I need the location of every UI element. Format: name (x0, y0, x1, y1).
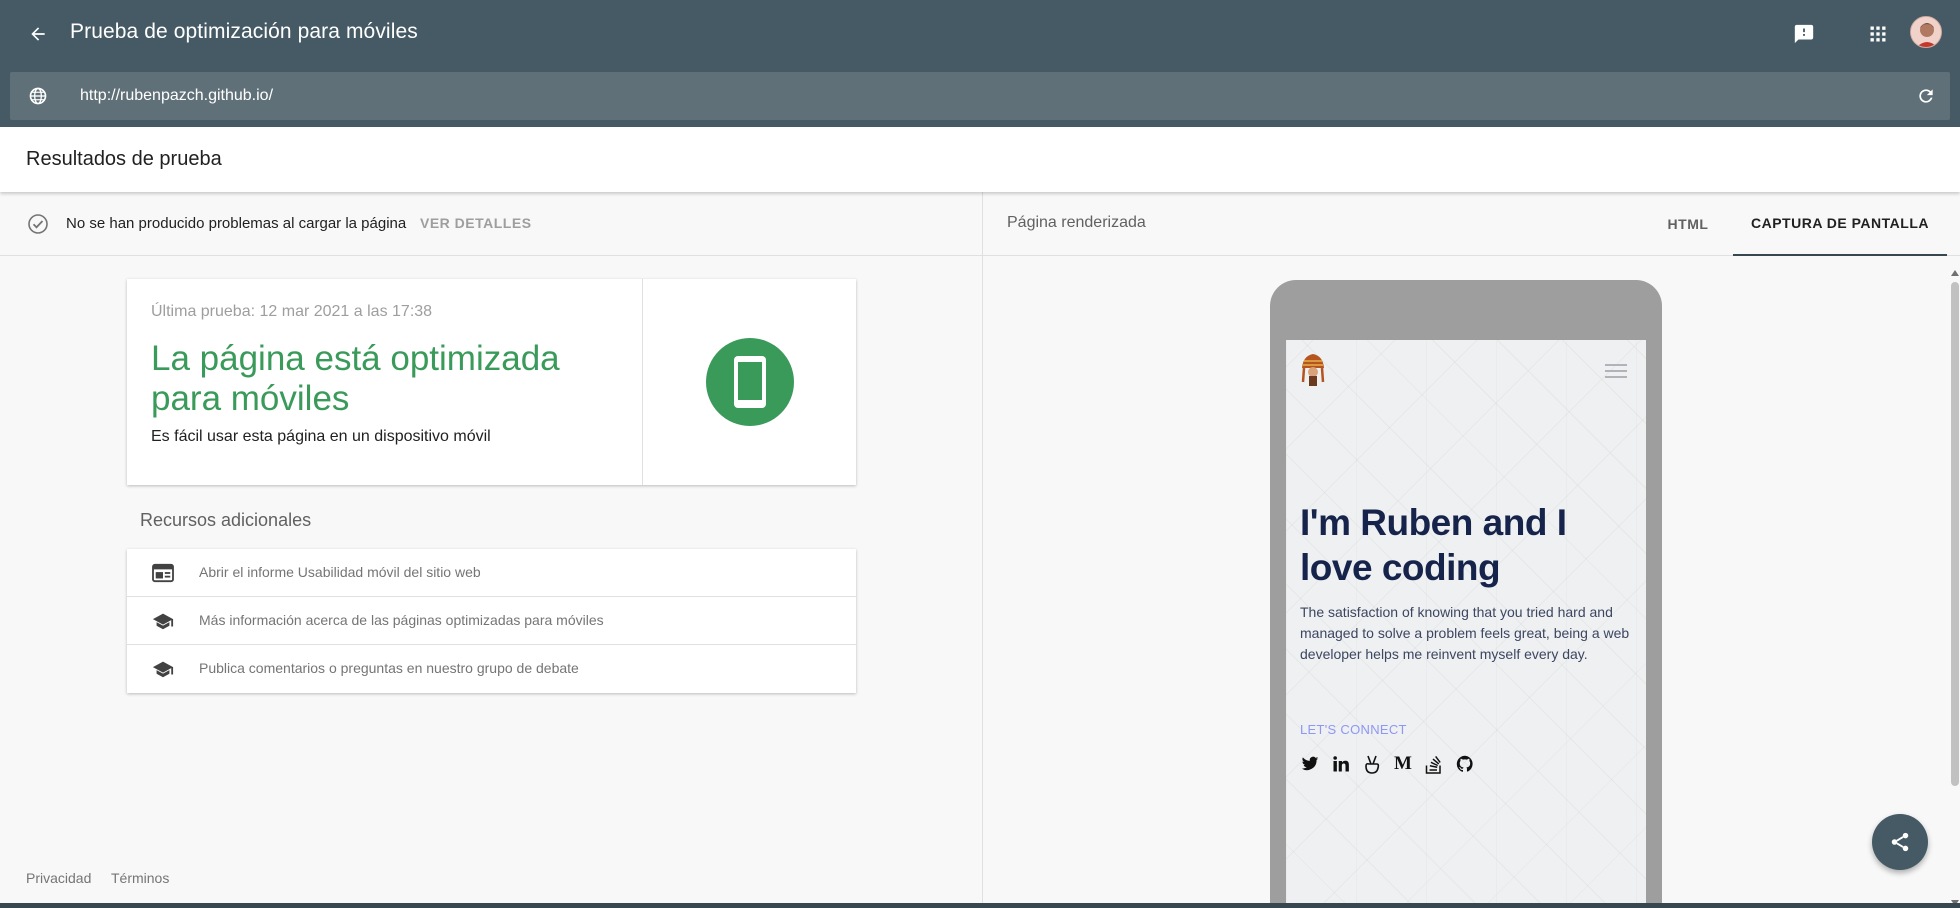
rendered-page-label: Página renderizada (1007, 214, 1146, 231)
verdict-card: Última prueba: 12 mar 2021 a las 17:38 L… (127, 279, 856, 485)
linkedin-icon[interactable] (1331, 754, 1351, 774)
angellist-icon[interactable] (1362, 754, 1382, 774)
preview-intro: The satisfaction of knowing that you tri… (1300, 604, 1630, 662)
hamburger-menu-icon[interactable] (1605, 364, 1627, 380)
load-status-row: No se han producido problemas al cargar … (0, 192, 982, 256)
resource-label: Abrir el informe Usabilidad móvil del si… (199, 564, 481, 580)
preview-heading: I'm Ruben and I love coding (1300, 502, 1567, 588)
verdict-badge-area (643, 279, 856, 485)
apps-button[interactable] (1860, 16, 1896, 52)
app-header: Prueba de optimización para móviles (0, 0, 1960, 127)
arrow-back-icon (31, 27, 45, 41)
stackoverflow-icon[interactable] (1424, 754, 1444, 774)
scroll-thumb[interactable] (1951, 282, 1959, 786)
avatar-image (1911, 17, 1941, 47)
resource-item-discussion-group[interactable]: Publica comentarios o preguntas en nuest… (127, 645, 856, 693)
rendered-page-pane: Página renderizada HTML CAPTURA DE PANTA… (982, 192, 1960, 908)
resources-title: Recursos adicionales (140, 510, 312, 530)
screenshot-preview: I'm Ruben and I love coding The satisfac… (1286, 340, 1646, 908)
reload-icon (1919, 89, 1933, 103)
web-report-icon (151, 561, 175, 585)
resource-label: Más información acerca de las páginas op… (199, 612, 604, 628)
preview-scrollbar[interactable] (1949, 270, 1960, 908)
resource-item-mobile-info[interactable]: Más información acerca de las páginas op… (127, 597, 856, 645)
site-logo-icon (1301, 354, 1325, 386)
tab-screenshot[interactable]: CAPTURA DE PANTALLA (1733, 192, 1947, 256)
resources-list: Abrir el informe Usabilidad móvil del si… (127, 549, 856, 693)
reload-button[interactable] (1914, 84, 1938, 108)
verdict-subtitle: Es fácil usar esta página en un disposit… (151, 428, 491, 445)
scroll-up-arrow[interactable] (1951, 270, 1959, 276)
medium-icon[interactable]: M (1393, 753, 1413, 774)
feedback-icon (1794, 24, 1814, 44)
title-row: Prueba de optimización para móviles (0, 0, 1960, 66)
resource-item-usability-report[interactable]: Abrir el informe Usabilidad móvil del si… (127, 549, 856, 597)
last-test-date: Última prueba: 12 mar 2021 a las 17:38 (151, 303, 433, 320)
back-button[interactable] (22, 18, 54, 50)
results-title: Resultados de prueba (26, 148, 222, 170)
preview-connect-label: LET'S CONNECT (1300, 722, 1407, 737)
privacy-link[interactable]: Privacidad (26, 870, 91, 886)
school-cap-icon (151, 609, 175, 633)
rendered-page-header: Página renderizada HTML CAPTURA DE PANTA… (983, 192, 1960, 256)
twitter-icon[interactable] (1300, 754, 1320, 774)
terms-link[interactable]: Términos (111, 870, 169, 886)
check-circle-icon (28, 214, 48, 234)
url-input[interactable] (80, 72, 1860, 120)
load-status-text: No se han producido problemas al cargar … (66, 215, 407, 232)
globe-icon (26, 84, 50, 108)
app-title: Prueba de optimización para móviles (70, 20, 418, 43)
smartphone-icon (733, 356, 766, 408)
share-button[interactable] (1872, 814, 1928, 870)
share-icon (1891, 832, 1909, 852)
apps-grid-icon (1870, 26, 1886, 42)
school-cap-icon (151, 657, 175, 681)
tab-html[interactable]: HTML (1651, 192, 1725, 256)
results-header: Resultados de prueba (0, 127, 1960, 192)
github-icon[interactable] (1455, 754, 1475, 774)
view-details-link[interactable]: VER DETALLES (420, 215, 532, 231)
user-avatar[interactable] (1910, 16, 1942, 48)
verdict-main: Última prueba: 12 mar 2021 a las 17:38 L… (127, 279, 643, 485)
feedback-button[interactable] (1786, 16, 1822, 52)
resource-label: Publica comentarios o preguntas en nuest… (199, 660, 579, 676)
results-pane: No se han producido problemas al cargar … (0, 192, 982, 908)
url-bar (10, 72, 1950, 120)
smartphone-badge (705, 338, 794, 426)
verdict-title: La página está optimizada para móviles (151, 339, 560, 418)
bottom-edge (0, 903, 1960, 908)
phone-mockup: I'm Ruben and I love coding The satisfac… (1270, 280, 1662, 908)
